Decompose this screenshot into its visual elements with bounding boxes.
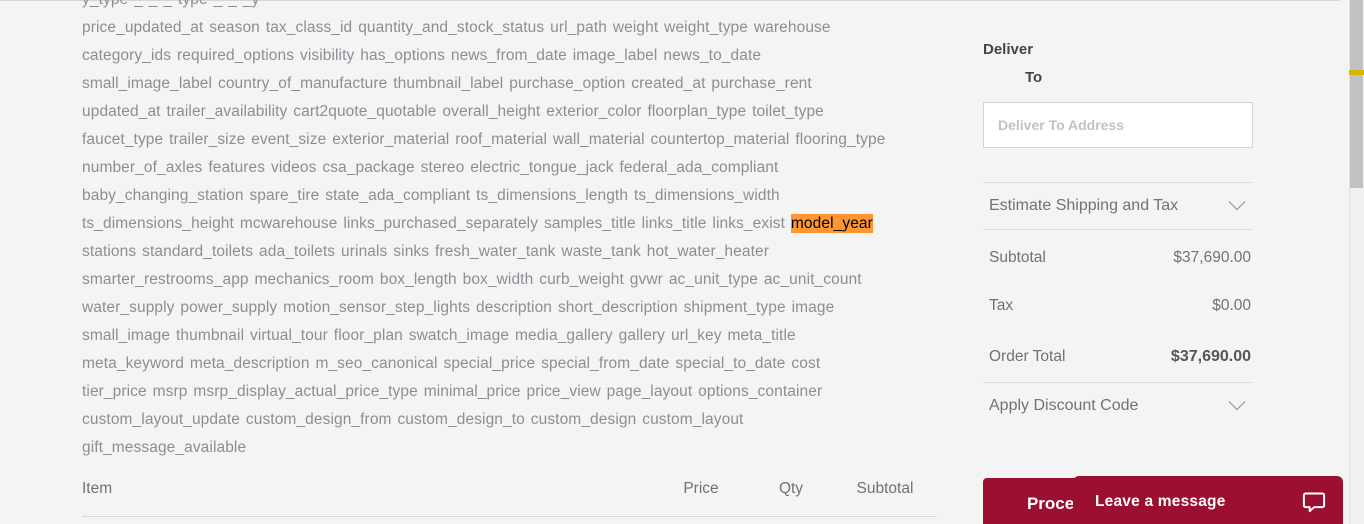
dump-line-clipped: y_type _ _ _ type _ _ _y: [82, 0, 944, 14]
browser-viewport: y_type _ _ _ type _ _ _y price_updated_a…: [0, 0, 1364, 524]
dump-line-with-search-highlight: ts_dimensions_height mcwarehouse links_p…: [82, 210, 944, 238]
dump-line: stations standard_toilets ada_toilets ur…: [82, 243, 769, 260]
tax-value: $0.00: [1212, 297, 1251, 315]
dump-line: updated_at trailer_availability cart2quo…: [82, 103, 824, 120]
deliver-to-label-line2: To: [1025, 69, 1043, 87]
dump-line: category_ids required_options visibility…: [82, 47, 762, 64]
dump-line: baby_changing_station spare_tire state_a…: [82, 187, 780, 204]
chat-widget-label: Leave a message: [1095, 493, 1226, 510]
apply-discount-code-label: Apply Discount Code: [989, 397, 1139, 415]
attribute-code-dump: y_type _ _ _ type _ _ _y price_updated_a…: [82, 0, 944, 462]
dump-line: smarter_restrooms_app mechanics_room box…: [82, 271, 862, 288]
total-row-subtotal: Subtotal $37,690.00: [989, 234, 1251, 282]
order-total-value: $37,690.00: [1170, 348, 1251, 366]
dump-line: small_image thumbnail virtual_tour floor…: [82, 327, 796, 344]
cart-table-header-row: Item Price Qty Subtotal: [82, 480, 937, 517]
total-row-tax: Tax $0.00: [989, 282, 1251, 330]
deliver-to-label: Deliver To: [983, 36, 1253, 92]
order-totals: Subtotal $37,690.00 Tax $0.00 Order Tota…: [983, 230, 1253, 382]
order-summary-sidebar: Summary Deliver To Estimate Shipping and…: [983, 0, 1253, 429]
column-header-item: Item: [82, 480, 113, 497]
deliver-to-label-line1: Deliver: [983, 41, 1034, 59]
dump-line: small_image_label country_of_manufacture…: [82, 75, 812, 92]
chat-bubble-icon: [1301, 489, 1327, 515]
chevron-down-icon: [1228, 393, 1246, 411]
page-scrollbar[interactable]: [1349, 0, 1364, 524]
dump-text-before-match: ts_dimensions_height mcwarehouse links_p…: [82, 215, 791, 232]
scrollbar-thumb[interactable]: [1350, 0, 1363, 188]
chevron-down-icon: [1228, 193, 1246, 211]
cart-items-table: Item Price Qty Subtotal: [82, 480, 937, 517]
column-header-subtotal: Subtotal: [856, 480, 914, 497]
total-row-order-total: Order Total $37,690.00: [989, 330, 1251, 382]
estimate-shipping-and-tax-section[interactable]: Estimate Shipping and Tax: [983, 182, 1253, 231]
dump-line: number_of_axles features videos csa_pack…: [82, 159, 779, 176]
dump-line: price_updated_at season tax_class_id qua…: [82, 19, 831, 36]
tax-label: Tax: [989, 297, 1014, 315]
dump-line: water_supply power_supply motion_sensor_…: [82, 299, 835, 316]
subtotal-value: $37,690.00: [1173, 249, 1251, 267]
subtotal-label: Subtotal: [989, 249, 1046, 267]
dump-line: gift_message_available: [82, 439, 247, 456]
column-header-qty: Qty: [778, 480, 804, 497]
estimate-shipping-and-tax-label: Estimate Shipping and Tax: [989, 197, 1179, 215]
dump-line: meta_keyword meta_description m_seo_cano…: [82, 355, 821, 372]
search-highlight-model-year: model_year: [790, 214, 873, 233]
order-total-label: Order Total: [989, 348, 1066, 366]
dump-line: custom_layout_update custom_design_from …: [82, 411, 744, 428]
apply-discount-code-section[interactable]: Apply Discount Code: [983, 382, 1253, 429]
deliver-to-address-input[interactable]: [983, 102, 1253, 149]
find-match-scroll-marker: [1349, 70, 1364, 75]
leave-a-message-chat-widget[interactable]: Leave a message: [1073, 476, 1343, 524]
dump-line: faucet_type trailer_size event_size exte…: [82, 131, 886, 148]
dump-line: tier_price msrp msrp_display_actual_pric…: [82, 383, 823, 400]
column-header-price: Price: [683, 480, 719, 497]
